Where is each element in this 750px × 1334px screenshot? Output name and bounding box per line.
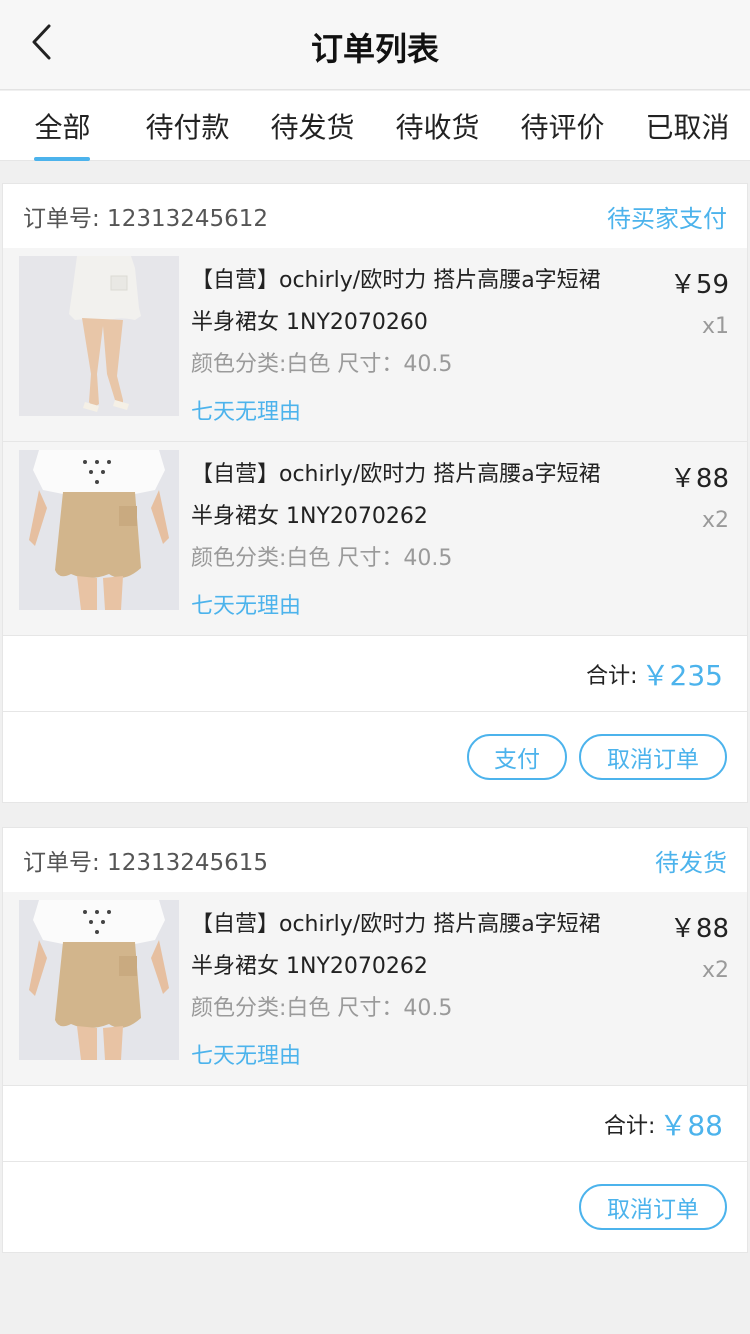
- product-title: 【自营】ochirly/欧时力 搭片高腰a字短裙半身裙女 1NY2070262: [191, 462, 601, 529]
- order-number: 订单号: 12313245615: [23, 850, 269, 876]
- cancel-order-button[interactable]: 取消订单: [579, 1184, 727, 1230]
- order-total: 合计: ￥88: [3, 1086, 747, 1162]
- product-price: ￥88: [669, 464, 729, 494]
- page-title: 订单列表: [310, 30, 439, 68]
- order-item[interactable]: 【自营】ochirly/欧时力 搭片高腰a字短裙半身裙女 1NY2070262 …: [3, 442, 747, 636]
- return-policy-tag: 七天无理由: [191, 594, 302, 619]
- product-title: 【自营】ochirly/欧时力 搭片高腰a字短裙半身裙女 1NY2070260: [191, 268, 601, 335]
- product-price: ￥59: [669, 270, 729, 300]
- order-item[interactable]: 【自营】ochirly/欧时力 搭片高腰a字短裙半身裙女 1NY2070262 …: [3, 892, 747, 1086]
- product-image: [19, 900, 179, 1060]
- cancel-order-button[interactable]: 取消订单: [579, 734, 727, 780]
- product-spec: 颜色分类:白色 尺寸：40.5: [191, 996, 453, 1021]
- order-card: 订单号: 12313245615 待发货 【自营】ochirly/欧时力 搭片高…: [2, 827, 748, 1253]
- product-spec: 颜色分类:白色 尺寸：40.5: [191, 546, 453, 571]
- order-number: 订单号: 12313245612: [23, 206, 269, 232]
- return-policy-tag: 七天无理由: [191, 400, 302, 425]
- order-header: 订单号: 12313245615 待发货: [3, 828, 747, 892]
- total-value: ￥88: [659, 1108, 723, 1142]
- order-actions: 支付 取消订单: [3, 712, 747, 802]
- order-header: 订单号: 12313245612 待买家支付: [3, 184, 747, 248]
- product-title: 【自营】ochirly/欧时力 搭片高腰a字短裙半身裙女 1NY2070262: [191, 912, 601, 979]
- order-tabs: 全部 待付款 待发货 待收货 待评价 已取消: [0, 91, 750, 161]
- product-quantity: x2: [701, 508, 729, 533]
- order-status: 待买家支付: [607, 204, 727, 233]
- tab-pending-review[interactable]: 待评价: [500, 91, 625, 161]
- total-label: 合计:: [603, 1113, 656, 1139]
- product-quantity: x2: [701, 958, 729, 983]
- order-item[interactable]: 【自营】ochirly/欧时力 搭片高腰a字短裙半身裙女 1NY2070260 …: [3, 248, 747, 442]
- product-quantity: x1: [701, 314, 729, 339]
- tab-cancelled[interactable]: 已取消: [625, 91, 750, 161]
- return-policy-tag: 七天无理由: [191, 1044, 302, 1069]
- product-spec: 颜色分类:白色 尺寸：40.5: [191, 352, 453, 377]
- product-image: [19, 450, 179, 610]
- order-card: 订单号: 12313245612 待买家支付 【自营】ochirly/欧时力 搭…: [2, 183, 748, 803]
- tab-pending-receipt[interactable]: 待收货: [375, 91, 500, 161]
- total-label: 合计:: [586, 663, 638, 689]
- tab-pending-shipment[interactable]: 待发货: [250, 91, 375, 161]
- order-actions: 取消订单: [3, 1162, 747, 1252]
- header-bar: 订单列表: [0, 0, 750, 90]
- product-image: [19, 256, 179, 416]
- order-status: 待发货: [655, 848, 727, 877]
- pay-button[interactable]: 支付: [467, 734, 567, 780]
- product-price: ￥88: [669, 914, 729, 944]
- tab-pending-payment[interactable]: 待付款: [125, 91, 250, 161]
- total-value: ￥235: [641, 658, 723, 692]
- order-total: 合计: ￥235: [3, 636, 747, 712]
- tab-all[interactable]: 全部: [0, 91, 125, 161]
